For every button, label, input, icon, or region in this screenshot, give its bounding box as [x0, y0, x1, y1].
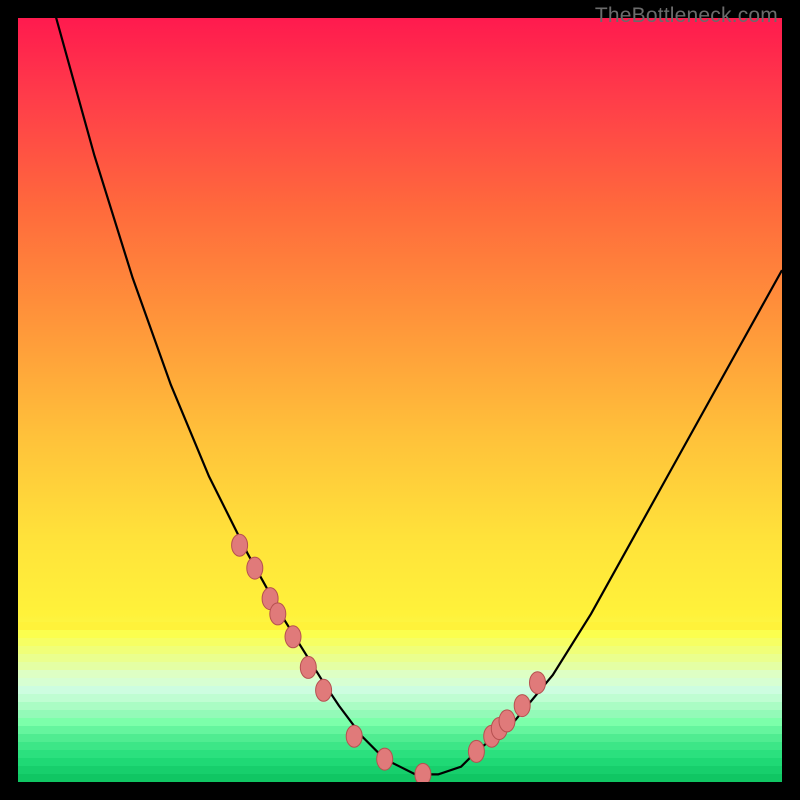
plot-area [18, 18, 782, 782]
marker-point [270, 603, 286, 625]
marker-point [514, 695, 530, 717]
watermark-text: TheBottleneck.com [595, 4, 778, 28]
marker-point [484, 725, 500, 747]
marker-point [285, 626, 301, 648]
curve-layer [18, 18, 782, 782]
marker-point [247, 557, 263, 579]
marker-point [262, 588, 278, 610]
chart-frame: TheBottleneck.com [0, 0, 800, 800]
gradient-banding [18, 622, 782, 782]
marker-point [499, 710, 515, 732]
marker-point [346, 725, 362, 747]
marker-point [377, 748, 393, 770]
marker-point [300, 656, 316, 678]
marker-point [530, 672, 546, 694]
marker-point [468, 740, 484, 762]
marker-point [232, 534, 248, 556]
marker-group [232, 534, 546, 782]
marker-point [491, 718, 507, 740]
bottleneck-curve-path [18, 18, 782, 774]
marker-point [415, 763, 431, 782]
marker-point [316, 679, 332, 701]
